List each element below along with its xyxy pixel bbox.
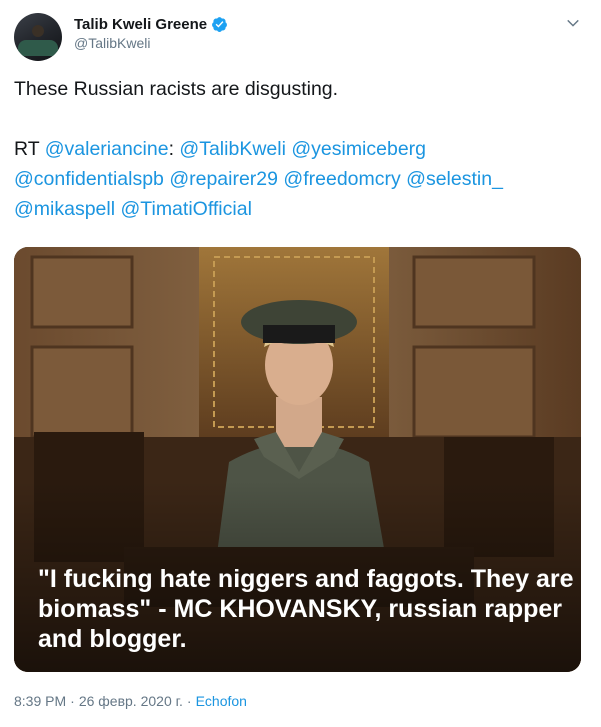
- chevron-down-icon[interactable]: [564, 14, 582, 32]
- rt-separator: :: [168, 138, 180, 160]
- author-display-name[interactable]: Talib Kweli Greene: [74, 16, 207, 33]
- media-caption: "I fucking hate niggers and faggots. The…: [38, 565, 574, 653]
- mention-timatiofficial[interactable]: @TimatiOfficial: [121, 198, 252, 220]
- mention-freedomcry[interactable]: @freedomcry: [283, 168, 400, 190]
- mention-talibkweli[interactable]: @TalibKweli: [179, 138, 286, 160]
- tweet-date[interactable]: 26 февр. 2020 г.: [79, 693, 183, 709]
- footer-separator-2: ·: [186, 693, 192, 709]
- avatar-sofa: [18, 40, 58, 56]
- tweet-footer: 8:39 PM · 26 февр. 2020 г. · Echofon: [14, 693, 247, 709]
- mention-confidentialspb[interactable]: @confidentialspb: [14, 168, 164, 190]
- footer-separator: ·: [70, 693, 75, 709]
- tweet-media[interactable]: "I fucking hate niggers and faggots. The…: [14, 247, 581, 672]
- mention-mikaspell[interactable]: @mikaspell: [14, 198, 115, 220]
- mention-selestin[interactable]: @selestin_: [406, 168, 503, 190]
- rt-prefix: RT: [14, 138, 45, 160]
- tweet-time[interactable]: 8:39 PM: [14, 693, 66, 709]
- tweet-text: These Russian racists are disgusting. RT…: [14, 74, 589, 224]
- tweet-line1: These Russian racists are disgusting.: [14, 78, 339, 100]
- author-handle[interactable]: @TalibKweli: [74, 35, 150, 51]
- avatar-figure: [32, 25, 44, 37]
- tweet-source[interactable]: Echofon: [196, 693, 247, 709]
- tweet-card: Talib Kweli Greene @TalibKweli These Rus…: [0, 0, 601, 727]
- mention-retweeted-user[interactable]: @valeriancine: [45, 138, 169, 160]
- avatar[interactable]: [14, 13, 62, 61]
- mention-yesimiceberg[interactable]: @yesimiceberg: [291, 138, 426, 160]
- mention-repairer29[interactable]: @repairer29: [169, 168, 278, 190]
- verified-badge-icon: [212, 16, 228, 32]
- author-name-row: Talib Kweli Greene: [74, 14, 228, 34]
